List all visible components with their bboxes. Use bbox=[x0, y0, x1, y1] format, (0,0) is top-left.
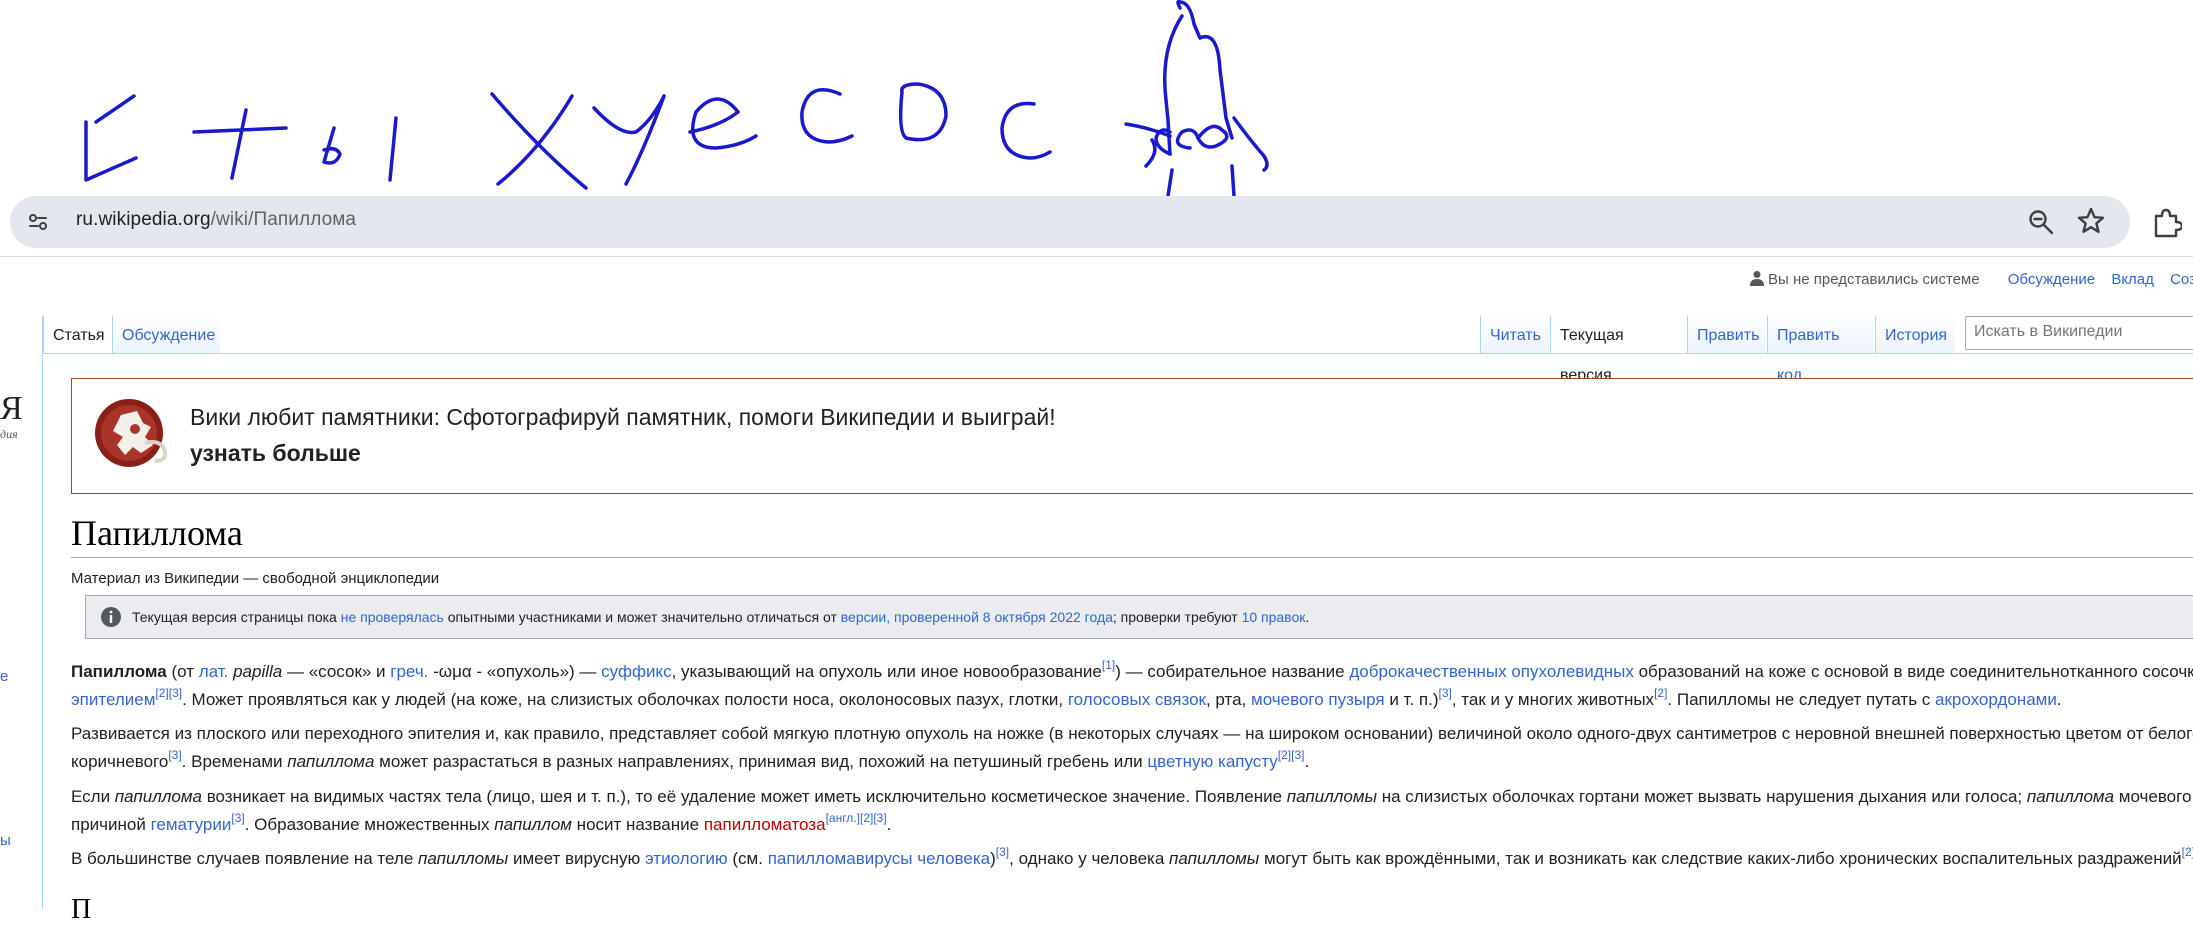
sidebar-link-fragment[interactable]: ы bbox=[0, 832, 11, 849]
ref[interactable]: [2] bbox=[155, 686, 168, 700]
page-title: Папиллома bbox=[71, 513, 243, 553]
create-account-link[interactable]: Создать bbox=[2170, 271, 2193, 288]
link-suffix[interactable]: суффикс bbox=[601, 662, 671, 681]
ref[interactable]: [2] bbox=[1654, 686, 1667, 700]
article-paragraph-4: В большинстве случаев появление на теле … bbox=[71, 845, 2193, 873]
tab-talk[interactable]: Обсуждение bbox=[112, 316, 220, 354]
browser-toolbar-divider bbox=[0, 256, 2193, 257]
contributions-link[interactable]: Вклад bbox=[2111, 271, 2154, 288]
central-notice-banner[interactable]: Вики любит памятники: Сфотографируй памя… bbox=[71, 378, 2193, 494]
wiki-logo-fragment[interactable]: Я bbox=[0, 390, 23, 428]
ref[interactable]: [3] bbox=[168, 748, 181, 762]
ref[interactable]: [2] bbox=[860, 811, 873, 825]
url-text[interactable]: ru.wikipedia.org/wiki/Папиллома bbox=[76, 209, 356, 231]
site-tagline: Материал из Википедии — свободной энцикл… bbox=[71, 570, 440, 587]
handwritten-scribble bbox=[84, 0, 1269, 196]
title-underline bbox=[71, 557, 2193, 558]
wiki-logo-subtitle-fragment: дия bbox=[0, 427, 18, 441]
ref[interactable]: [3] bbox=[169, 686, 182, 700]
wiki-loves-monuments-logo bbox=[95, 399, 168, 467]
info-icon bbox=[101, 607, 121, 627]
ref[interactable]: [1] bbox=[1102, 658, 1115, 672]
ref[interactable]: [2] bbox=[2182, 845, 2193, 859]
anon-user: Вы не представились системе bbox=[1750, 271, 1992, 288]
user-icon bbox=[1750, 271, 1764, 286]
search-input[interactable] bbox=[1966, 317, 2193, 347]
tab-read[interactable]: Читать bbox=[1480, 316, 1549, 354]
bookmark-star-icon[interactable] bbox=[2076, 206, 2106, 236]
section-heading-fragment: П bbox=[71, 894, 92, 925]
link-bladder[interactable]: мочевого пузыря bbox=[1251, 690, 1385, 709]
link-epithelium[interactable]: эпителием bbox=[71, 690, 155, 709]
banner-learn-more[interactable]: узнать больше bbox=[190, 440, 361, 467]
article-paragraph-1: Папиллома (от лат. papilla — «сосок» и г… bbox=[71, 658, 2193, 709]
zoom-icon[interactable] bbox=[2027, 208, 2055, 236]
tab-edit[interactable]: Править bbox=[1687, 316, 1766, 354]
ref[interactable]: [3] bbox=[1291, 748, 1304, 762]
link-hpv[interactable]: папилломавирусы человека bbox=[768, 849, 990, 868]
content-border bbox=[42, 316, 43, 909]
revision-notice: Текущая версия страницы пока не проверял… bbox=[85, 595, 2193, 639]
notice-unchecked-link[interactable]: не проверялась bbox=[341, 609, 444, 625]
banner-title: Вики любит памятники: Сфотографируй памя… bbox=[190, 404, 1056, 430]
link-benign[interactable]: доброкачественных опухолевидных bbox=[1349, 662, 1634, 681]
notice-text: Текущая версия страницы пока не проверял… bbox=[132, 609, 1310, 625]
search-box[interactable] bbox=[1965, 316, 2193, 350]
tab-history[interactable]: История bbox=[1875, 316, 1955, 354]
sidebar-link-fragment[interactable]: е bbox=[0, 668, 8, 685]
link-vocal-cords[interactable]: голосовых связок bbox=[1068, 690, 1206, 709]
address-bar[interactable]: ru.wikipedia.org/wiki/Папиллома bbox=[10, 196, 2130, 248]
ref[interactable]: [3] bbox=[873, 811, 886, 825]
tab-edit-source[interactable]: Править код bbox=[1767, 316, 1874, 384]
link-acrochordons[interactable]: акрохордонами bbox=[1935, 690, 2057, 709]
url-host: ru.wikipedia.org bbox=[76, 209, 211, 230]
link-cauliflower[interactable]: цветную капусту bbox=[1147, 752, 1277, 771]
article-paragraph-2: Развивается из плоского или переходного … bbox=[71, 724, 2193, 771]
ref[interactable]: [3] bbox=[996, 845, 1009, 859]
ref[interactable]: [3] bbox=[1438, 686, 1451, 700]
ref-english[interactable]: [англ.] bbox=[826, 811, 860, 825]
personal-tools: Вы не представились системе Обсуждение В… bbox=[1750, 270, 2193, 288]
link-hematuria[interactable]: гематурии bbox=[151, 815, 232, 834]
notice-pending-changes-link[interactable]: 10 правок bbox=[1242, 609, 1306, 625]
link-latin[interactable]: лат. bbox=[199, 662, 229, 681]
link-etiology[interactable]: этиологию bbox=[645, 849, 728, 868]
link-papillomatosis[interactable]: папилломатоза bbox=[704, 815, 826, 834]
ref[interactable]: [3] bbox=[231, 811, 244, 825]
site-settings-icon[interactable] bbox=[26, 210, 50, 234]
notice-checked-version-link[interactable]: версии, проверенной 8 октября 2022 года bbox=[841, 609, 1113, 625]
tab-current-version[interactable]: Текущая версия bbox=[1550, 316, 1686, 384]
article-paragraph-3: Если папиллома возникает на видимых част… bbox=[71, 787, 2193, 834]
tab-article[interactable]: Статья bbox=[43, 316, 109, 354]
personal-talk-link[interactable]: Обсуждение bbox=[2008, 271, 2095, 288]
anon-label: Вы не представились системе bbox=[1768, 271, 1980, 288]
ref[interactable]: [2] bbox=[1278, 748, 1291, 762]
extensions-icon[interactable] bbox=[2150, 206, 2182, 238]
tabs-baseline bbox=[43, 353, 2193, 354]
term-bold: Папиллома bbox=[71, 662, 167, 681]
url-path: /wiki/Папиллома bbox=[210, 209, 357, 230]
link-greek[interactable]: греч. bbox=[390, 662, 428, 681]
